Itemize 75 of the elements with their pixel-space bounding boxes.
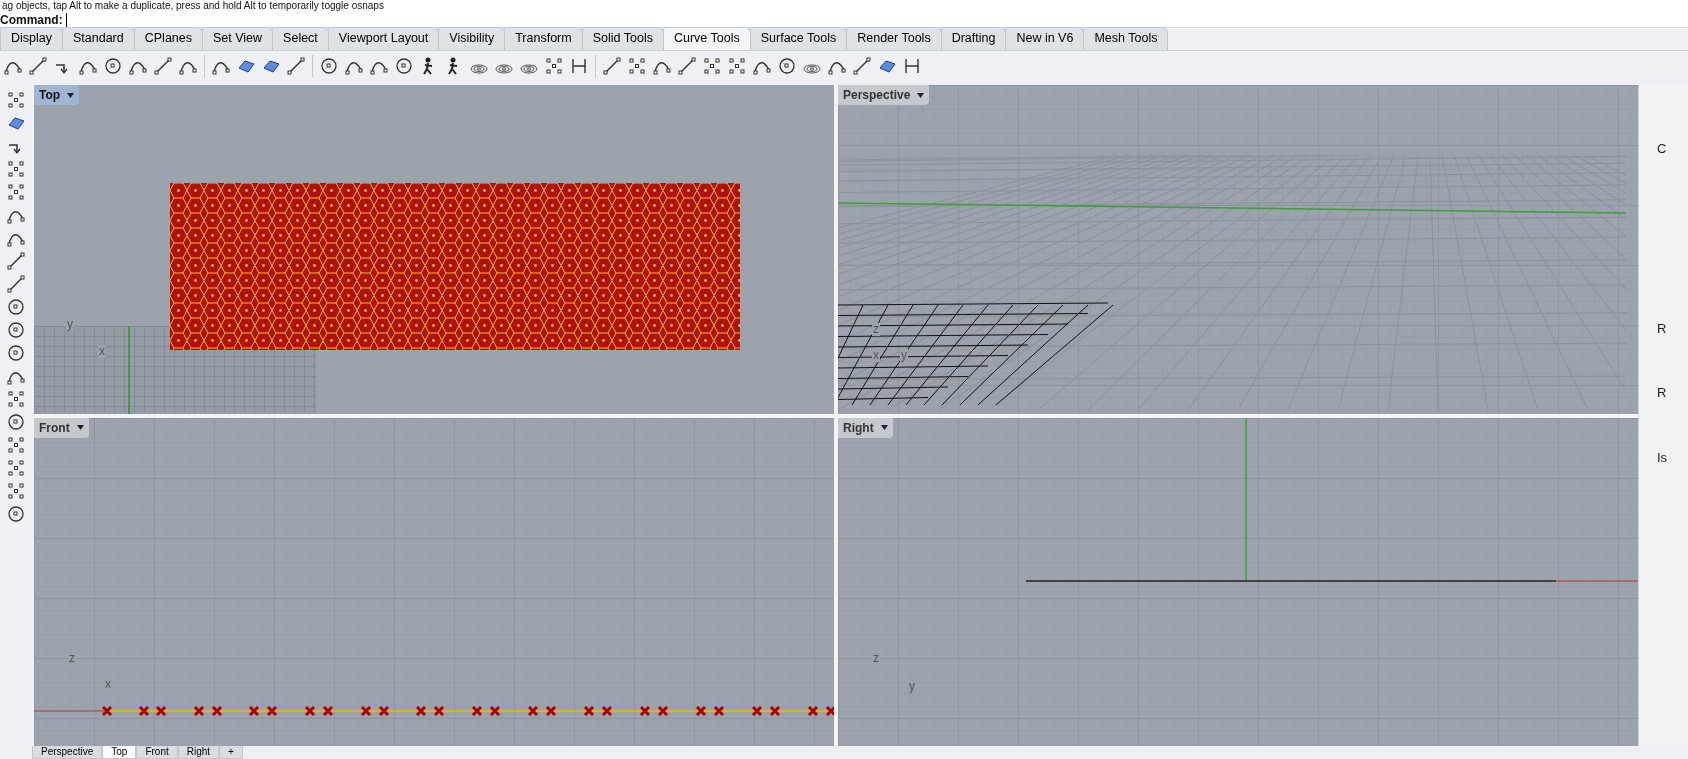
- caret-icon: [916, 90, 926, 100]
- line-tool-icon[interactable]: [5, 250, 27, 272]
- toolbar-tab[interactable]: Solid Tools: [581, 27, 664, 50]
- line-tool-icon[interactable]: [152, 55, 174, 77]
- control-points-icon[interactable]: [626, 55, 648, 77]
- control-points-icon[interactable]: [5, 89, 27, 111]
- viewport-tab[interactable]: Perspective: [32, 746, 103, 759]
- circle-tool-icon[interactable]: [102, 55, 124, 77]
- viewport-title[interactable]: Right: [838, 417, 893, 438]
- toolbar-tab[interactable]: Visibility: [438, 27, 506, 50]
- caret-icon: [879, 423, 889, 432]
- line-tool-icon[interactable]: [601, 55, 623, 77]
- circle-tool-icon[interactable]: [776, 55, 798, 77]
- viewport-tab[interactable]: Right: [177, 746, 220, 759]
- axis-label: x: [104, 677, 112, 691]
- viewport-tab[interactable]: +: [219, 746, 243, 759]
- command-label: Command:: [0, 11, 63, 29]
- control-points-icon[interactable]: [5, 457, 27, 479]
- toolbar-tab[interactable]: Transform: [504, 27, 583, 50]
- toolbar-tab[interactable]: Set View: [202, 27, 274, 50]
- panel-label: Is: [1657, 448, 1668, 467]
- caret-icon: [75, 423, 85, 432]
- axis-label: z: [872, 323, 880, 336]
- viewport-title[interactable]: Front: [34, 417, 89, 438]
- circle-tool-icon[interactable]: [5, 411, 27, 433]
- toolbar-tab[interactable]: Standard: [62, 27, 135, 50]
- control-points-icon[interactable]: [726, 55, 748, 77]
- toolbar-tab[interactable]: Mesh Tools: [1083, 27, 1169, 50]
- prompt-text: ag objects, tap Alt to make a duplicate, press and hold Alt to temporarily toggle osnaps: [0, 0, 1688, 12]
- control-points-icon[interactable]: [5, 181, 27, 203]
- line-tool-icon[interactable]: [27, 55, 49, 77]
- toolbar-tab[interactable]: Curve Tools: [662, 27, 751, 50]
- viewport-tab[interactable]: Front: [136, 746, 178, 759]
- line-tool-icon[interactable]: [676, 55, 698, 77]
- toolbar-tab[interactable]: Render Tools: [846, 27, 942, 50]
- toolbar-tab[interactable]: Surface Tools: [749, 27, 848, 50]
- toolbar-tab[interactable]: Select: [272, 27, 329, 50]
- viewport-tab[interactable]: Top: [102, 746, 137, 759]
- control-points-icon[interactable]: [5, 434, 27, 456]
- toolbar-tab[interactable]: Viewport Layout: [327, 27, 440, 50]
- circle-tool-icon[interactable]: [5, 319, 27, 341]
- control-points-icon[interactable]: [5, 388, 27, 410]
- circle-tool-icon[interactable]: [5, 342, 27, 364]
- axis-label: y: [900, 349, 908, 362]
- circle-tool-icon[interactable]: [5, 503, 27, 525]
- viewport[interactable]: Top y x: [34, 85, 834, 414]
- panel-label: R: [1657, 319, 1667, 338]
- viewport-title[interactable]: Top: [34, 85, 80, 105]
- toolbar-tab[interactable]: CPlanes: [133, 27, 203, 50]
- viewport[interactable]: Front z x: [34, 417, 834, 746]
- line-tool-icon[interactable]: [285, 55, 307, 77]
- viewport[interactable]: Right z y: [838, 417, 1638, 746]
- line-tool-icon[interactable]: [5, 273, 27, 295]
- axis-label: x: [98, 345, 106, 358]
- axis-label: z: [872, 651, 880, 665]
- control-points-icon[interactable]: [543, 55, 565, 77]
- panel-label: C: [1657, 140, 1667, 158]
- axis-label: x: [872, 349, 880, 362]
- circle-tool-icon[interactable]: [5, 296, 27, 318]
- line-tool-icon[interactable]: [851, 55, 873, 77]
- circle-tool-icon[interactable]: [393, 55, 415, 77]
- viewport-title[interactable]: Perspective: [838, 85, 930, 105]
- control-points-icon[interactable]: [701, 55, 723, 77]
- control-points-icon[interactable]: [5, 480, 27, 502]
- control-points-icon[interactable]: [5, 158, 27, 180]
- axis-label: z: [68, 651, 76, 665]
- panel-label: R: [1657, 384, 1667, 402]
- toolbar-tab[interactable]: New in V6: [1005, 27, 1085, 50]
- axis-label: y: [66, 318, 74, 331]
- toolbar-tab[interactable]: Display: [0, 27, 63, 50]
- toolbar-tab[interactable]: Drafting: [940, 27, 1007, 50]
- axis-label: y: [908, 679, 916, 693]
- caret-icon: [66, 90, 76, 100]
- viewport[interactable]: Perspective z x y: [838, 85, 1638, 414]
- circle-tool-icon[interactable]: [318, 55, 340, 77]
